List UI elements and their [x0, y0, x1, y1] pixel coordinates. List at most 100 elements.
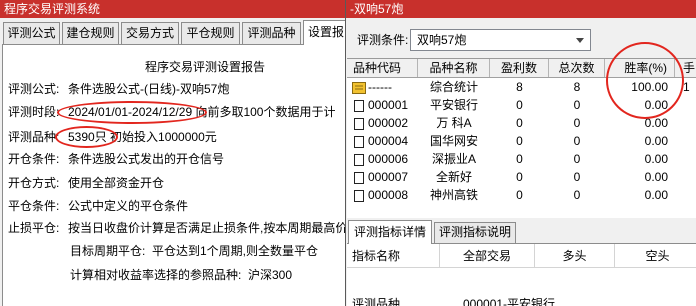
table-row[interactable]: 000002 万 科A 0 0 0.00 [347, 114, 696, 132]
document-icon [352, 135, 366, 148]
column-header-total[interactable]: 总次数 [549, 59, 605, 77]
win-rate-cell: 0.00 [644, 188, 668, 202]
condition-label: 评测条件: [357, 33, 409, 47]
metrics-column-long[interactable]: 多头 [535, 244, 615, 268]
win-rate-cell: 0.00 [644, 134, 668, 148]
table-row[interactable]: 000004 国华网安 0 0 0.00 [347, 132, 696, 150]
code-cell: 000008 [347, 186, 418, 204]
report-label-period: 评测时段: [8, 105, 60, 119]
tab-instruments[interactable]: 评测品种 [242, 22, 301, 44]
report-label-close-condition: 平仓条件: [8, 199, 60, 213]
win-rate-cell: 0.00 [644, 98, 668, 112]
tab-trade-mode[interactable]: 交易方式 [121, 22, 179, 44]
column-header-win-rate[interactable]: 胜率(%) [605, 59, 675, 77]
win-rate-cell: 100.00 [631, 80, 668, 94]
wins-cell: 8 [516, 80, 523, 94]
extra-cell: 1 [683, 80, 690, 94]
result-window-title: -双响57炮 [346, 0, 696, 18]
win-rate-cell: 0.00 [644, 170, 668, 184]
report-value-period: 2024/01/01-2024/12/29 向前多取100个数据用于计 [68, 105, 336, 119]
metrics-column-all[interactable]: 全部交易 [440, 244, 535, 268]
total-cell: 8 [573, 80, 581, 94]
document-icon [352, 117, 366, 130]
document-icon [352, 99, 366, 112]
report-value-open-mode: 使用全部资金开仓 [68, 176, 165, 190]
condition-select-value: 双响57炮 [417, 33, 467, 47]
stock-code: 000004 [368, 134, 409, 148]
total-cell: 0 [573, 152, 581, 166]
table-row[interactable]: 000001 平安银行 0 0 0.00 [347, 96, 696, 114]
wins-cell: 0 [516, 134, 523, 148]
report-value-stop-loss: 按当日收盘价计算是否满足止损条件,按本周期最高价 [68, 221, 346, 235]
stock-name: 全新好 [435, 170, 472, 184]
table-row[interactable]: 000008 神州高铁 0 0 0.00 [347, 186, 696, 204]
report-label-stop-loss: 止损平仓: [8, 221, 60, 235]
document-icon [352, 153, 366, 166]
code-cell: 000001 [347, 96, 418, 114]
code-cell: 000002 [347, 114, 418, 132]
wins-cell: 0 [516, 188, 523, 202]
table-row[interactable]: 000007 全新好 0 0 0.00 [347, 168, 696, 186]
code-cell: 000004 [347, 132, 418, 150]
total-cell: 0 [573, 134, 581, 148]
report-panel: 程序交易评测设置报告 评测公式: 条件选股公式-(日线)-双响57炮 评测时段:… [2, 44, 346, 306]
column-header-name[interactable]: 品种名称 [418, 59, 490, 77]
code-cell: 000006 [347, 150, 418, 168]
table-row-summary[interactable]: ------ 综合统计 8 8 100.00 1 [347, 78, 696, 96]
report-label-open-mode: 开仓方式: [8, 176, 60, 190]
chevron-down-icon[interactable] [576, 38, 584, 43]
stock-code: ------ [368, 80, 392, 94]
stock-code: 000006 [368, 152, 409, 166]
folder-icon [352, 81, 366, 94]
report-label-open-condition: 开仓条件: [8, 152, 60, 166]
metrics-header: 指标名称 全部交易 多头 空头 [347, 244, 696, 268]
stock-name: 万 科A [436, 116, 472, 130]
wins-cell: 0 [516, 116, 523, 130]
report-value-close-condition: 公式中定义的平仓条件 [68, 199, 189, 213]
tab-metrics-detail[interactable]: 评测指标详情 [348, 220, 432, 244]
results-table: 品种代码 品种名称 盈利数 总次数 胜率(%) 手 ------ 综合统计 8 … [347, 58, 696, 218]
evaluation-system-window: 程序交易评测系统 评测公式 建仓规则 交易方式 平仓规则 评测品种 设置报 程序… [0, 0, 346, 306]
report-value-instruments: 5390只 初始投入1000000元 [68, 130, 217, 144]
report-value-formula: 条件选股公式-(日线)-双响57炮 [68, 82, 230, 96]
report-label-target-period: 目标周期平仓: [70, 244, 146, 258]
report-label-benchmark: 计算相对收益率选择的参照品种: [70, 268, 242, 282]
report-title: 程序交易评测设置报告 [145, 60, 266, 74]
stock-name: 神州高铁 [429, 188, 478, 202]
window-title: 程序交易评测系统 [0, 0, 346, 18]
total-cell: 0 [573, 188, 581, 202]
column-header-code[interactable]: 品种代码 [347, 59, 418, 77]
code-cell: 000007 [347, 168, 418, 186]
table-row[interactable]: 000006 深振业A 0 0 0.00 [347, 150, 696, 168]
condition-select[interactable]: 双响57炮 [410, 29, 591, 51]
tab-formula[interactable]: 评测公式 [3, 22, 60, 44]
metrics-row-name: 评测品种 [352, 297, 401, 306]
bottom-tab-strip: 评测指标详情 评测指标说明 [346, 219, 696, 244]
report-label-formula: 评测公式: [8, 82, 60, 96]
stock-name: 平安银行 [429, 98, 478, 112]
wins-cell: 0 [516, 98, 523, 112]
stock-name: 综合统计 [429, 80, 478, 94]
tab-metrics-help[interactable]: 评测指标说明 [434, 222, 516, 243]
report-value-benchmark: 沪深300 [248, 268, 293, 282]
wins-cell: 0 [516, 170, 523, 184]
code-cell: ------ [347, 78, 418, 96]
tab-close-rules[interactable]: 平仓规则 [181, 22, 240, 44]
metrics-row[interactable]: 评测品种 000001-平安银行 [347, 295, 696, 306]
column-header-wins[interactable]: 盈利数 [490, 59, 549, 77]
total-cell: 0 [573, 116, 581, 130]
stock-code: 000002 [368, 116, 409, 130]
document-icon [352, 189, 366, 202]
tab-settings-report[interactable]: 设置报 [303, 20, 346, 45]
metrics-column-short[interactable]: 空头 [615, 244, 696, 268]
column-header-extra[interactable]: 手 [675, 59, 696, 77]
result-window: -双响57炮 评测条件: 双响57炮 品种代码 品种名称 盈利数 总次数 胜率(… [345, 0, 696, 306]
win-rate-cell: 0.00 [644, 152, 668, 166]
metrics-column-name[interactable]: 指标名称 [347, 244, 440, 268]
total-cell: 0 [573, 98, 581, 112]
tab-open-rules[interactable]: 建仓规则 [62, 22, 119, 44]
metrics-row-all: 000001-平安银行 [463, 297, 556, 306]
report-value-open-condition: 条件选股公式发出的开仓信号 [68, 152, 225, 166]
stock-name: 深振业A [431, 152, 476, 166]
report-label-instruments: 评测品种: [8, 130, 60, 144]
